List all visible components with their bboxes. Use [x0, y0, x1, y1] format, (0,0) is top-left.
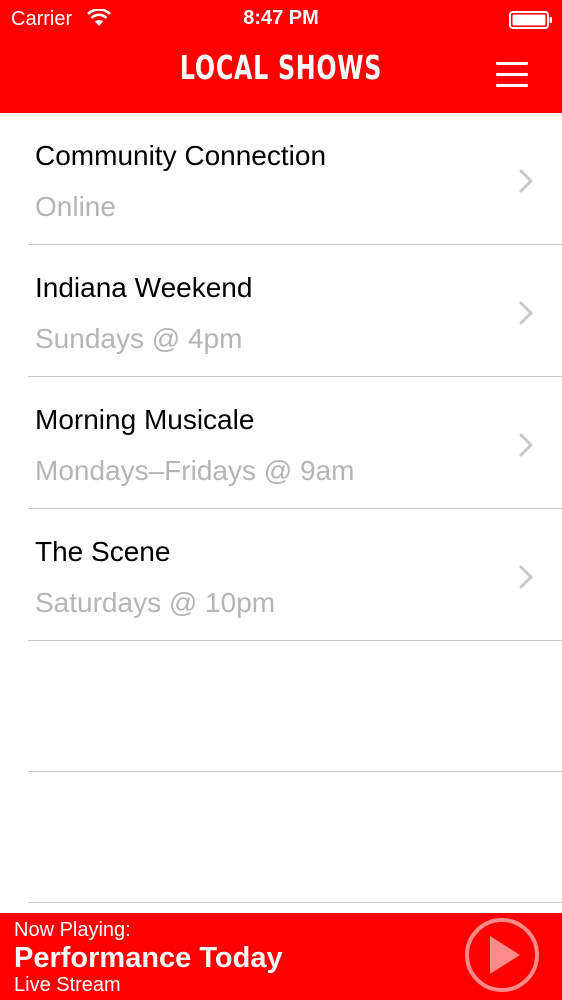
show-title: The Scene [35, 536, 171, 567]
menu-button[interactable] [488, 56, 534, 94]
list-item[interactable]: Community Connection Online [0, 113, 562, 245]
show-title: Community Connection [35, 140, 327, 171]
hamburger-menu-icon-bar [496, 73, 528, 76]
now-playing-title: Performance Today [14, 942, 283, 974]
empty-list-row [0, 641, 562, 772]
show-schedule: Sundays @ 4pm [35, 323, 243, 354]
list-item[interactable]: The Scene Saturdays @ 10pm [0, 509, 562, 641]
show-schedule: Saturdays @ 10pm [35, 587, 276, 618]
now-playing-label: Now Playing: [14, 919, 131, 941]
play-button[interactable] [464, 917, 540, 993]
header-bar: Carrier 8:47 PM LOCAL SHOWS [0, 0, 562, 113]
show-title: Indiana Weekend [35, 272, 253, 303]
hamburger-menu-icon-bar [496, 84, 528, 87]
show-title: Morning Musicale [35, 404, 255, 435]
shows-list: Community Connection Online Indiana Week… [0, 113, 562, 903]
clock: 8:47 PM [243, 7, 319, 29]
show-schedule: Online [35, 191, 116, 222]
hamburger-menu-icon [496, 62, 528, 65]
now-playing-bar[interactable]: Now Playing: Performance Today Live Stre… [0, 913, 562, 1000]
page-title: LOCAL SHOWS [179, 48, 383, 87]
play-icon [465, 918, 539, 992]
chevron-right-icon [519, 433, 533, 457]
battery-icon [509, 11, 553, 34]
chevron-right-icon [519, 169, 533, 193]
show-schedule: Mondays–Fridays @ 9am [35, 455, 355, 486]
empty-list-row [0, 772, 562, 903]
list-item[interactable]: Morning Musicale Mondays–Fridays @ 9am [0, 377, 562, 509]
chevron-right-icon [519, 565, 533, 589]
status-bar: Carrier 8:47 PM [0, 0, 562, 38]
now-playing-subtitle: Live Stream [14, 974, 121, 996]
list-item[interactable]: Indiana Weekend Sundays @ 4pm [0, 245, 562, 377]
chevron-right-icon [519, 301, 533, 325]
